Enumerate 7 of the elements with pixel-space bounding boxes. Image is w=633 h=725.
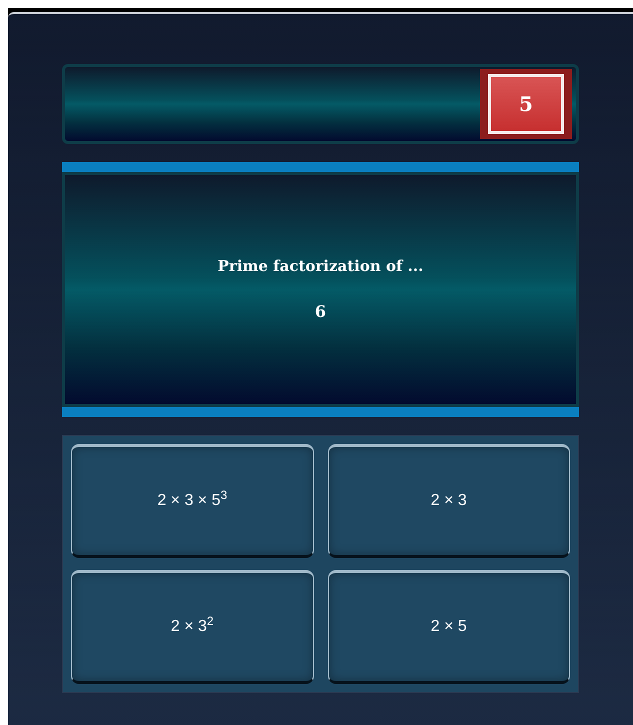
answer-button[interactable]: 2 × 3 [328, 444, 570, 558]
answer-button[interactable]: 2 × 3 × 5$^{3}$ [71, 444, 314, 558]
question-number: 6 [314, 300, 326, 323]
question-prompt: Prime factorization of ... [218, 256, 424, 278]
answer-button[interactable]: 2 × 3$^{2}$ [71, 570, 314, 684]
timer-count: 5 [488, 74, 564, 134]
answer-button[interactable]: 2 × 5 [328, 570, 570, 684]
